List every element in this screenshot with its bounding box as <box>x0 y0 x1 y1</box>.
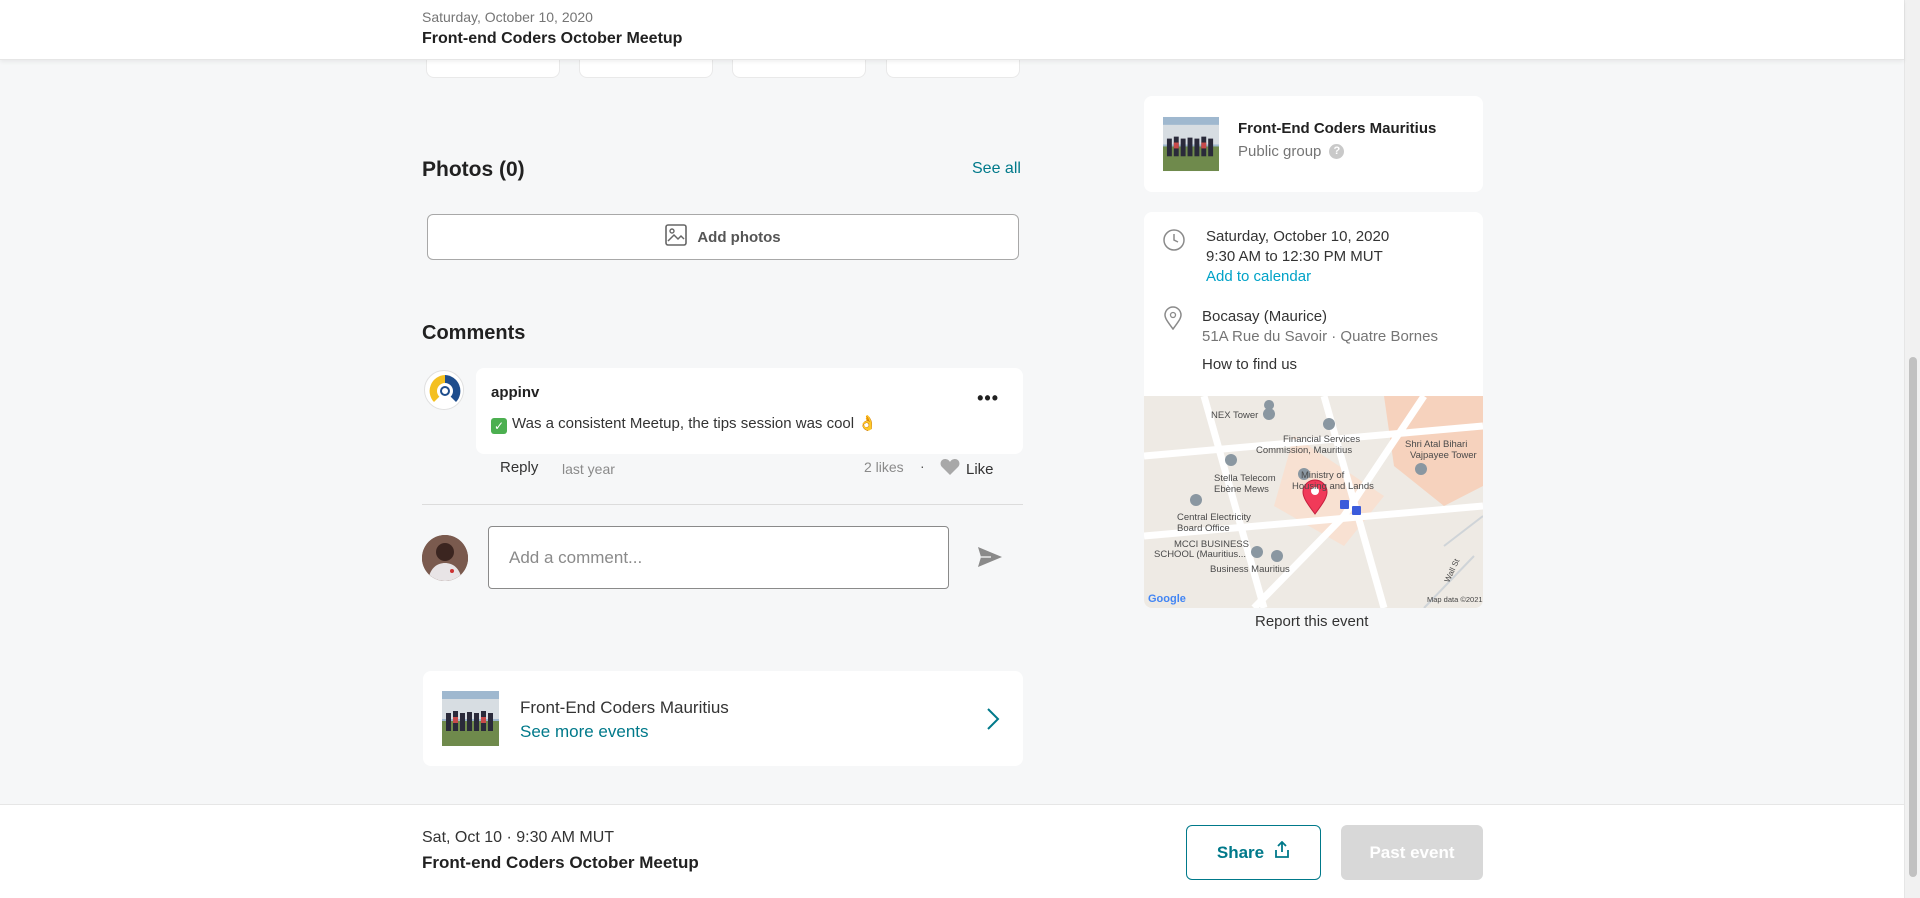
svg-text:Ebène Mews: Ebène Mews <box>1214 484 1269 495</box>
svg-text:Commission, Mauritius: Commission, Mauritius <box>1256 445 1352 456</box>
share-icon <box>1274 840 1290 864</box>
likes-count[interactable]: 2 likes <box>864 459 904 475</box>
how-to-find-us-link[interactable]: How to find us <box>1202 356 1297 373</box>
event-time-range: 9:30 AM to 12:30 PM MUT <box>1206 248 1383 265</box>
venue-name: Bocasay (Maurice) <box>1202 308 1328 325</box>
share-label: Share <box>1216 842 1265 862</box>
sticky-event-header: Saturday, October 10, 2020 Front-end Cod… <box>0 0 1904 60</box>
like-button[interactable]: Like <box>940 458 994 480</box>
avatar <box>422 535 468 581</box>
svg-text:Central Electricity: Central Electricity <box>1177 512 1251 523</box>
see-more-events-link[interactable]: See more events <box>520 722 649 742</box>
reply-button[interactable]: Reply <box>500 459 538 476</box>
group-photo <box>1163 116 1219 172</box>
svg-text:Google: Google <box>1148 593 1186 605</box>
venue-address: 51A Rue du Savoir · Quatre Bornes <box>1202 328 1438 345</box>
group-card[interactable]: Front-End Coders Mauritius See more even… <box>423 671 1023 766</box>
sticky-bottom-bar: Sat, Oct 10 · 9:30 AM MUT Front-end Code… <box>0 804 1904 898</box>
svg-text:Stella Telecom: Stella Telecom <box>1214 473 1276 484</box>
bottom-event-title: Front-end Coders October Meetup <box>422 853 699 872</box>
comment-bubble: appinv ✓ Was a consistent Meetup, the tip… <box>476 368 1023 454</box>
add-photos-label: Add photos <box>697 228 781 246</box>
add-to-calendar-link[interactable]: Add to calendar <box>1206 268 1311 285</box>
group-type: Public group ? <box>1238 143 1345 160</box>
chevron-right-icon <box>985 707 1001 736</box>
see-all-link[interactable]: See all <box>972 160 1021 178</box>
report-event-link[interactable]: Report this event <box>1255 613 1368 630</box>
image-icon <box>665 224 688 250</box>
svg-text:SCHOOL (Mauritius...: SCHOOL (Mauritius... <box>1154 549 1246 560</box>
avatar[interactable] <box>424 370 464 410</box>
scrollbar[interactable] <box>1904 0 1920 898</box>
scrollbar-thumb[interactable] <box>1909 357 1917 877</box>
event-date: Saturday, October 10, 2020 <box>1206 228 1390 245</box>
venue-map[interactable]: NEX Tower Financial Services Commission,… <box>1144 394 1483 608</box>
group-name: Front-End Coders Mauritius <box>520 698 729 717</box>
photos-title: Photos (0) <box>422 158 525 181</box>
clock-icon <box>1162 228 1186 257</box>
add-photos-button[interactable]: Add photos <box>427 214 1019 260</box>
send-icon[interactable] <box>977 545 1003 574</box>
svg-text:Board Office: Board Office <box>1177 523 1230 534</box>
svg-text:NEX Tower: NEX Tower <box>1211 410 1258 421</box>
sidebar-group-card[interactable]: Front-End Coders Mauritius Public group … <box>1144 96 1483 192</box>
svg-text:Financial Services: Financial Services <box>1283 434 1360 445</box>
group-type-label: Public group <box>1238 143 1322 160</box>
comment-timestamp: last year <box>562 461 615 477</box>
bottom-event-when: Sat, Oct 10 · 9:30 AM MUT <box>422 829 615 846</box>
check-icon: ✓ <box>491 418 507 434</box>
comment-author[interactable]: appinv <box>491 384 539 401</box>
event-info-card: Saturday, October 10, 2020 9:30 AM to 12… <box>1144 212 1483 608</box>
like-label: Like <box>966 460 994 478</box>
svg-text:Map data ©2021: Map data ©2021 <box>1427 595 1483 604</box>
share-button[interactable]: Share <box>1186 825 1321 880</box>
help-icon[interactable]: ? <box>1329 144 1345 159</box>
comment-input[interactable] <box>488 526 949 589</box>
heart-icon <box>940 458 960 480</box>
svg-text:Business Mauritius: Business Mauritius <box>1210 564 1290 575</box>
divider <box>422 504 1023 505</box>
sidebar-group-name: Front-End Coders Mauritius <box>1238 120 1437 137</box>
svg-text:Ministry of: Ministry of <box>1301 470 1345 481</box>
separator-dot: · <box>920 458 925 474</box>
svg-text:Housing and Lands: Housing and Lands <box>1292 481 1374 492</box>
svg-text:Shri Atal Bihari: Shri Atal Bihari <box>1405 439 1467 450</box>
location-pin-icon <box>1163 306 1183 335</box>
header-title: Front-end Coders October Meetup <box>422 30 683 47</box>
past-event-button: Past event <box>1341 825 1483 880</box>
group-photo <box>442 691 499 746</box>
svg-text:Vajpayee Tower: Vajpayee Tower <box>1410 450 1477 461</box>
comment-text: ✓ Was a consistent Meetup, the tips sessi… <box>491 414 877 434</box>
more-options-icon[interactable]: ••• <box>977 388 999 409</box>
header-date: Saturday, October 10, 2020 <box>422 9 593 25</box>
comments-title: Comments <box>422 322 526 344</box>
